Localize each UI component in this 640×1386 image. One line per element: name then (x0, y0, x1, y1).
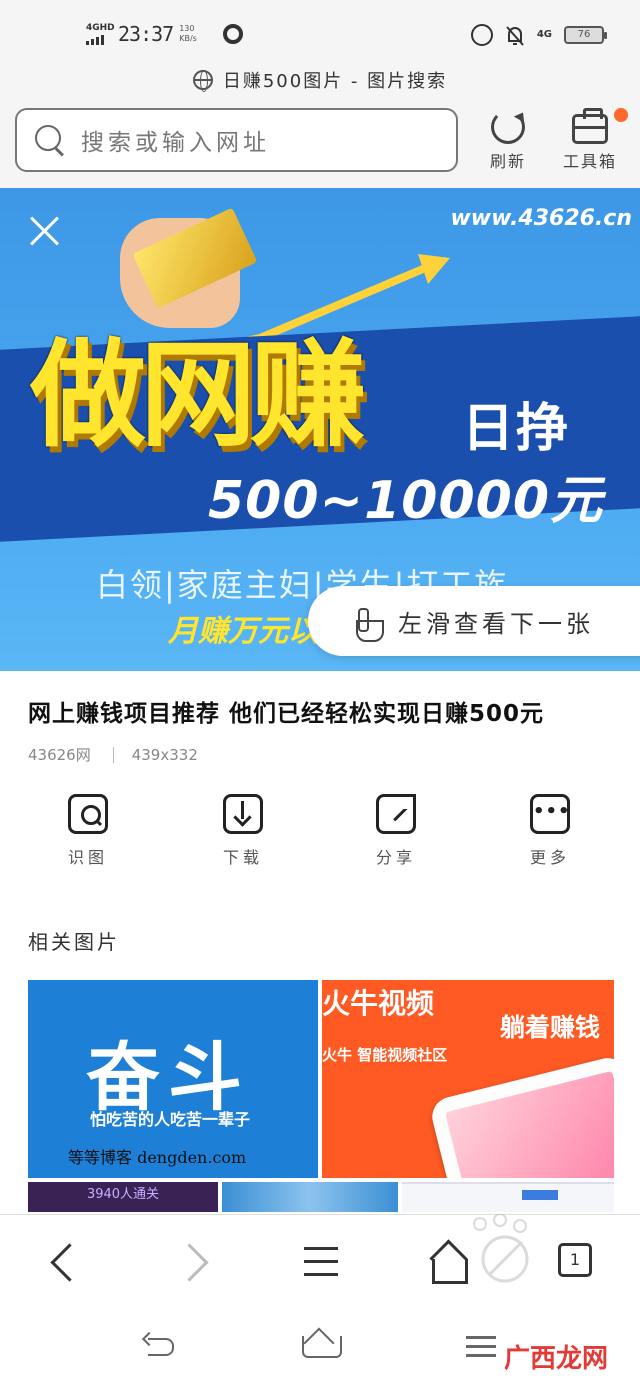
toolbox-button[interactable]: 工具箱 (560, 108, 620, 172)
related-image[interactable] (222, 1182, 398, 1212)
related-image[interactable] (402, 1182, 614, 1212)
scan-image-button[interactable]: 识图 (48, 794, 128, 868)
more-button[interactable]: 更多 (510, 794, 590, 868)
system-back-icon[interactable] (140, 1332, 180, 1362)
divider (112, 746, 114, 763)
close-icon[interactable] (28, 214, 62, 248)
battery-icon: 76 (564, 26, 607, 44)
banner-headline: 做网赚 (30, 328, 366, 463)
page-title: 日赚500图片 - 图片搜索 (222, 71, 448, 92)
mute-bell-icon (505, 25, 525, 46)
scan-image-icon (68, 794, 108, 834)
watermark-text: 广西龙网 (503, 1344, 608, 1374)
thumb-slogan: 躺着赚钱 (499, 1013, 600, 1042)
thumb-subtext: 火牛 智能视频社区 (322, 1046, 448, 1064)
scan-image-label: 识图 (67, 848, 108, 867)
watermark-logo-icon (473, 1214, 529, 1283)
browser-bottom-nav: 1 (0, 1214, 640, 1306)
banner-side-text: 日挣 (462, 399, 571, 459)
system-home-icon[interactable] (300, 1332, 342, 1362)
image-title: 网上赚钱项目推荐 他们已经轻松实现日赚500元 (28, 701, 545, 727)
banner-site: www.43626.cn (450, 206, 632, 231)
globe-icon (192, 70, 213, 92)
image-meta: 43626网 439x332 (28, 744, 198, 765)
related-image[interactable]: 3940人通关 (28, 1182, 218, 1212)
network-speed: 130 KB/s (179, 24, 197, 43)
thumb-footer: 等等博客 dengden.com (68, 1148, 247, 1167)
thumb-text: 3940人通关 (86, 1187, 160, 1202)
swipe-hint[interactable]: 左滑查看下一张 (308, 586, 640, 656)
search-input[interactable]: 搜索或输入网址 (15, 108, 458, 172)
toolbox-icon (572, 108, 608, 144)
related-image[interactable]: 奋斗 怕吃苦的人吃苦一辈子 等等博客 dengden.com (28, 980, 318, 1178)
phone-image (428, 1053, 614, 1178)
share-label: 分享 (375, 848, 416, 867)
tabs-button[interactable]: 1 (550, 1239, 600, 1289)
more-icon (530, 794, 570, 834)
system-recents-icon[interactable] (462, 1332, 502, 1362)
download-button[interactable]: 下载 (203, 794, 283, 868)
banner-range: 500~10000元 (208, 471, 604, 531)
image-size: 439x332 (131, 745, 198, 764)
share-icon (376, 794, 416, 834)
download-label: 下载 (222, 848, 263, 867)
tabs-count: 1 (558, 1243, 592, 1277)
back-icon[interactable] (40, 1239, 90, 1289)
alarm-icon (470, 24, 493, 46)
more-label: 更多 (529, 848, 570, 867)
download-icon (223, 794, 263, 834)
share-button[interactable]: 分享 (356, 794, 436, 868)
search-toolbar: 搜索或输入网址 刷新 工具箱 (0, 94, 640, 188)
thumb-text: 火牛视频 (322, 987, 435, 1020)
swipe-hint-label: 左滑查看下一张 (398, 609, 594, 638)
swipe-hand-icon (348, 604, 384, 642)
refresh-label: 刷新 (489, 152, 526, 171)
page-url-title[interactable]: 日赚500图片 - 图片搜索 (0, 66, 640, 94)
related-image[interactable]: 火牛视频 火牛 智能视频社区 躺着赚钱 (322, 980, 614, 1178)
refresh-button[interactable]: 刷新 (478, 110, 538, 172)
forward-icon[interactable] (170, 1239, 220, 1289)
banner-month: 月赚万元以 (168, 614, 318, 649)
app-notification-icon (223, 24, 244, 44)
refresh-icon (491, 110, 525, 144)
image-source[interactable]: 43626网 (28, 744, 91, 765)
menu-icon[interactable] (296, 1239, 346, 1289)
status-bar: 4GHD 23:37 130 KB/s 4G 76 (0, 0, 640, 66)
notification-dot (614, 108, 628, 122)
network-indicator: 4GHD (86, 23, 115, 45)
search-icon (35, 125, 65, 155)
thumb-subtext: 怕吃苦的人吃苦一辈子 (90, 1110, 251, 1129)
signal-4g-icon: 4G (536, 29, 552, 40)
search-placeholder: 搜索或输入网址 (81, 130, 270, 156)
home-icon[interactable] (424, 1239, 474, 1289)
related-images-title: 相关图片 (28, 930, 120, 954)
toolbox-label: 工具箱 (562, 152, 617, 171)
clock: 23:37 (118, 22, 174, 46)
image-actions: 识图 下载 分享 更多 (0, 794, 640, 874)
image-viewer[interactable]: www.43626.cn 做网赚 日挣 500~10000元 白领|家庭主妇|学… (0, 188, 640, 671)
